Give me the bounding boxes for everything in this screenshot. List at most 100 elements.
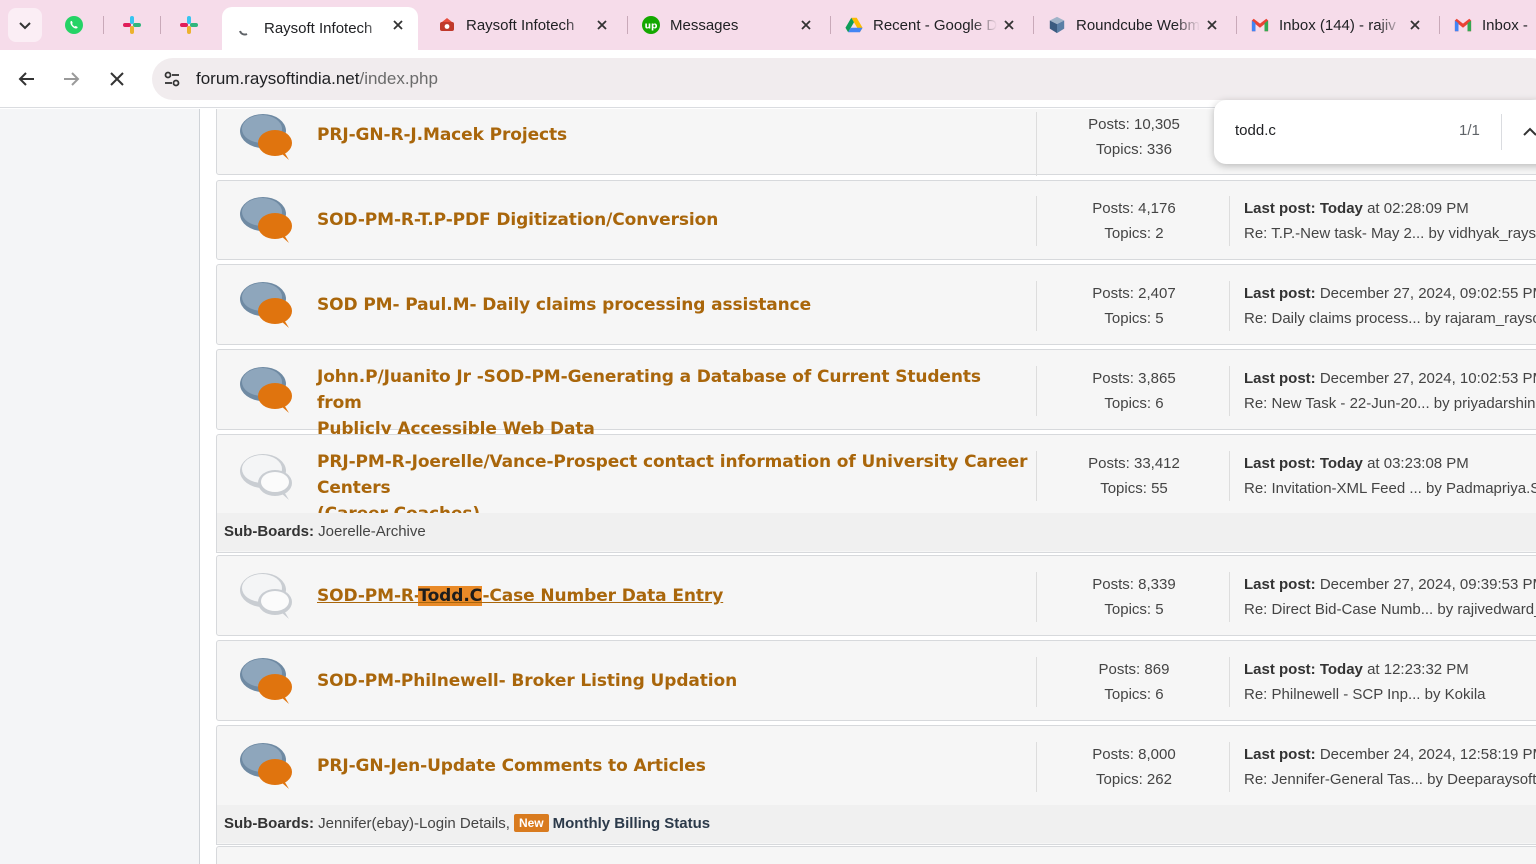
sub-board-link[interactable]: Jennifer(ebay)-Login Details, <box>318 815 510 832</box>
google-drive-icon <box>845 16 863 34</box>
close-tab-icon[interactable] <box>1204 17 1220 33</box>
tab-title: Inbox - <box>1482 16 1528 34</box>
gmail-icon <box>1251 16 1269 34</box>
roundcube-icon <box>1048 16 1066 34</box>
last-post-link[interactable]: Re: Daily claims process... by rajaram_r… <box>1244 306 1536 331</box>
board-stats: Posts: 3,865 Topics: 6 <box>1036 366 1231 416</box>
left-sidebar <box>0 109 200 864</box>
board-title[interactable]: SOD-PM-R-T.P-PDF Digitization/Conversion <box>317 207 1027 233</box>
post-count: Posts: 4,176 <box>1092 200 1176 217</box>
find-highlight: Todd.C <box>418 586 483 606</box>
url-host: forum.raysoftindia.net <box>196 69 360 88</box>
post-count: Posts: 3,865 <box>1092 370 1176 387</box>
slack-icon <box>180 16 198 34</box>
board-title[interactable]: SOD-PM-R-Todd.C-Case Number Data Entry <box>317 583 1027 609</box>
board-title-prefix: SOD-PM-R- <box>317 586 419 606</box>
topic-count: Topics: 336 <box>1096 141 1172 158</box>
last-post-label: Last post: <box>1244 455 1316 472</box>
sub-board-link[interactable]: Monthly Billing Status <box>553 815 711 832</box>
stop-loading-button[interactable] <box>100 62 134 96</box>
back-button[interactable] <box>10 62 44 96</box>
topic-count: Topics: 6 <box>1104 686 1164 703</box>
tab-gmail-inbox[interactable]: Inbox (144) - rajiv <box>1237 0 1435 50</box>
board-title[interactable]: SOD-PM-Philnewell- Broker Listing Updati… <box>317 668 1027 694</box>
last-post: Last post: Today at 12:23:32 PM Re: Phil… <box>1229 657 1536 707</box>
last-post: Last post: December 24, 2024, 12:58:19 P… <box>1229 742 1536 792</box>
post-count: Posts: 8,339 <box>1092 576 1176 593</box>
topic-count: Topics: 55 <box>1100 480 1168 497</box>
last-post-link[interactable]: Re: New Task - 22-Jun-20... by priyadars… <box>1244 391 1536 416</box>
pinned-tab-whatsapp[interactable] <box>58 9 90 41</box>
tune-icon <box>164 71 180 87</box>
close-tab-icon[interactable] <box>798 17 814 33</box>
last-post: Last post: December 27, 2024, 09:02:55 P… <box>1229 281 1536 331</box>
upwork-icon: up <box>642 16 660 34</box>
board-row: John.P/Juanito Jr -SOD-PM-Generating a D… <box>216 349 1536 439</box>
tab-raysoft[interactable]: Raysoft Infotech <box>424 0 622 50</box>
new-posts-icon <box>240 743 292 789</box>
last-post-time: December 24, 2024, 12:58:19 PM <box>1315 746 1536 763</box>
post-count: Posts: 869 <box>1098 661 1170 678</box>
address-bar[interactable]: forum.raysoftindia.net/index.php <box>152 58 1536 100</box>
find-match-count: 1/1 <box>1459 122 1480 139</box>
tab-strip: Raysoft Infotech Raysoft Infotech up Mes… <box>0 0 1536 50</box>
close-tab-icon[interactable] <box>594 17 610 33</box>
tab-gmail-inbox-2[interactable]: Inbox - <box>1440 0 1536 50</box>
no-new-posts-icon <box>240 454 292 500</box>
find-input[interactable]: todd.c <box>1235 122 1276 139</box>
last-post-today: Today <box>1319 661 1363 678</box>
last-post-time: at 03:23:08 PM <box>1362 455 1469 472</box>
close-tab-icon[interactable] <box>1407 17 1423 33</box>
last-post-time: at 02:28:09 PM <box>1362 200 1469 217</box>
chevron-up-icon[interactable] <box>1520 122 1536 142</box>
close-tab-icon[interactable] <box>390 17 406 33</box>
tab-messages[interactable]: up Messages <box>628 0 826 50</box>
tab-google-drive[interactable]: Recent - Google D <box>831 0 1029 50</box>
board-row: SOD-PM-R-T.P-PDF Digitization/Conversion… <box>216 180 1536 260</box>
find-bar: todd.c 1/1 <box>1214 100 1536 164</box>
post-count: Posts: 8,000 <box>1092 746 1176 763</box>
svg-text:up: up <box>645 22 658 32</box>
new-badge: New <box>513 814 549 832</box>
post-count: Posts: 10,305 <box>1088 116 1180 133</box>
board-title[interactable]: John.P/Juanito Jr -SOD-PM-Generating a D… <box>317 364 1027 442</box>
slack-icon <box>123 16 141 34</box>
tab-separator <box>160 16 161 34</box>
last-post-time: December 27, 2024, 10:02:53 PM <box>1315 370 1536 387</box>
pinned-tab-slack-1[interactable] <box>116 9 148 41</box>
tab-separator <box>103 16 104 34</box>
tab-title: Roundcube Webm <box>1076 16 1200 34</box>
last-post-link[interactable]: Re: Jennifer-General Tas... by Deeparays… <box>1244 767 1536 792</box>
pinned-tab-slack-2[interactable] <box>173 9 205 41</box>
board-title[interactable]: SOD PM- Paul.M- Daily claims processing … <box>317 292 1027 318</box>
board-title[interactable]: PRJ-GN-R-J.Macek Projects <box>317 122 1027 148</box>
loading-icon <box>236 20 254 38</box>
last-post-label: Last post: <box>1244 285 1316 302</box>
site-info-button[interactable] <box>156 63 188 95</box>
gmail-icon <box>1454 16 1472 34</box>
no-new-posts-icon <box>240 573 292 619</box>
new-posts-icon <box>240 282 292 328</box>
board-title-line: PRJ-PM-R-Joerelle/Vance-Prospect contact… <box>317 452 1028 498</box>
new-posts-icon <box>240 114 292 160</box>
last-post-link[interactable]: Re: Philnewell - SCP Inp... by Kokila <box>1244 682 1536 707</box>
board-title-suffix: -Case Number Data Entry <box>482 586 724 606</box>
last-post-link[interactable]: Re: T.P.-New task- May 2... by vidhyak_r… <box>1244 221 1536 246</box>
forward-button[interactable] <box>54 62 88 96</box>
last-post-link[interactable]: Re: Direct Bid-Case Numb... by rajivedwa… <box>1244 597 1536 622</box>
sub-boards-label: Sub-Boards: <box>224 523 314 540</box>
tab-roundcube[interactable]: Roundcube Webm <box>1034 0 1232 50</box>
board-stats: Posts: 4,176 Topics: 2 <box>1036 196 1231 246</box>
sub-boards: Sub-Boards: Jennifer(ebay)-Login Details… <box>216 805 1536 843</box>
tab-search-button[interactable] <box>8 8 42 42</box>
last-post-link[interactable]: Re: Invitation-XML Feed ... by Padmapriy… <box>1244 476 1536 501</box>
board-title[interactable]: PRJ-GN-Jen-Update Comments to Articles <box>317 753 1027 779</box>
sub-board-link[interactable]: Joerelle-Archive <box>318 523 426 540</box>
last-post: Last post: Today at 03:23:08 PM Re: Invi… <box>1229 451 1536 501</box>
board-stats: Posts: 8,000 Topics: 262 <box>1036 742 1231 792</box>
whatsapp-icon <box>65 16 83 34</box>
last-post: Last post: Today at 02:28:09 PM Re: T.P.… <box>1229 196 1536 246</box>
tab-raysoft-active[interactable]: Raysoft Infotech <box>222 7 418 50</box>
board-stats: Posts: 2,407 Topics: 5 <box>1036 281 1231 331</box>
close-tab-icon[interactable] <box>1001 17 1017 33</box>
